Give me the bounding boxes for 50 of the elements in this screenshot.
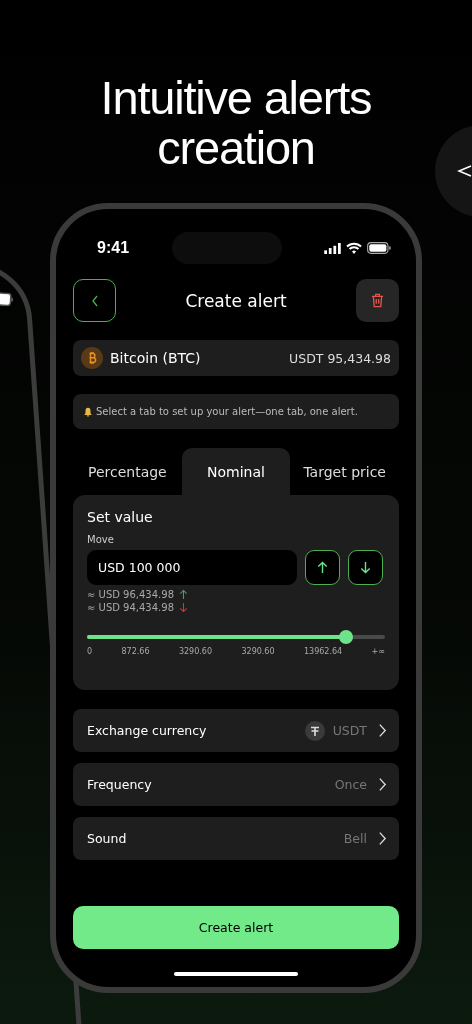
tick-label: +∞ bbox=[371, 647, 385, 656]
tick-label: 3290.60 bbox=[241, 647, 275, 656]
settings-row[interactable]: Exchange currency USDT bbox=[73, 709, 399, 752]
arrow-down-icon bbox=[359, 561, 372, 574]
tick-label: 3290.60 bbox=[178, 647, 213, 656]
setting-value: Bell bbox=[343, 831, 367, 846]
setting-label: Sound bbox=[87, 831, 127, 846]
setting-value: USDT bbox=[332, 723, 367, 738]
tab[interactable]: Nominal bbox=[181, 448, 291, 495]
screen-title: Create alert bbox=[185, 290, 287, 311]
bell-icon bbox=[83, 406, 93, 417]
hint-text: Select a tab to set up your alert—one tab, one alert. bbox=[96, 406, 358, 417]
trash-icon bbox=[371, 293, 384, 308]
chevron-right-icon bbox=[378, 723, 387, 738]
create-alert-button[interactable]: Create alert bbox=[73, 906, 399, 949]
bitcoin-icon bbox=[81, 347, 103, 369]
chevron-right-icon bbox=[378, 831, 387, 846]
chevron-right-icon bbox=[378, 777, 387, 792]
wifi-icon bbox=[346, 242, 362, 254]
arrow-up-icon bbox=[316, 561, 329, 574]
coin-name: Bitcoin (BTC) bbox=[110, 350, 202, 366]
settings-row[interactable]: Sound Bell bbox=[73, 817, 399, 860]
up-button[interactable] bbox=[305, 550, 340, 585]
estimate-text: ≈ USD 94,434.98 bbox=[87, 602, 174, 613]
setting-value: Once bbox=[334, 777, 367, 792]
status-time: 9:41 bbox=[97, 239, 130, 257]
headline: Intuitive alerts creation bbox=[99, 73, 373, 173]
tab[interactable]: Percentage bbox=[73, 448, 182, 495]
battery-icon bbox=[367, 242, 391, 254]
tab[interactable]: Target price bbox=[290, 448, 399, 495]
arrow-up-icon bbox=[179, 589, 188, 600]
tether-icon bbox=[304, 720, 325, 741]
signal-icon bbox=[324, 242, 341, 254]
coin-price: USDT 95,434.98 bbox=[289, 350, 391, 366]
tick-label: 872.66 bbox=[121, 647, 150, 656]
tick-label: 0 bbox=[87, 647, 93, 656]
arrow-down-icon bbox=[179, 602, 188, 613]
value-field[interactable]: USD 100 000 bbox=[87, 550, 297, 585]
back-button[interactable] bbox=[73, 279, 116, 322]
setting-label: Frequency bbox=[87, 777, 152, 792]
slider-thumb[interactable] bbox=[339, 630, 354, 644]
tick-label: 13962.64 bbox=[303, 647, 343, 656]
down-button[interactable] bbox=[348, 550, 383, 585]
setting-label: Exchange currency bbox=[87, 723, 207, 738]
chevron-left-icon bbox=[457, 163, 472, 179]
card-title: Set value bbox=[87, 509, 154, 525]
delete-button[interactable] bbox=[356, 279, 399, 322]
field-label: Move bbox=[87, 534, 115, 545]
estimate-text: ≈ USD 96,434.98 bbox=[87, 589, 174, 600]
settings-row[interactable]: Frequency Once bbox=[73, 763, 399, 806]
